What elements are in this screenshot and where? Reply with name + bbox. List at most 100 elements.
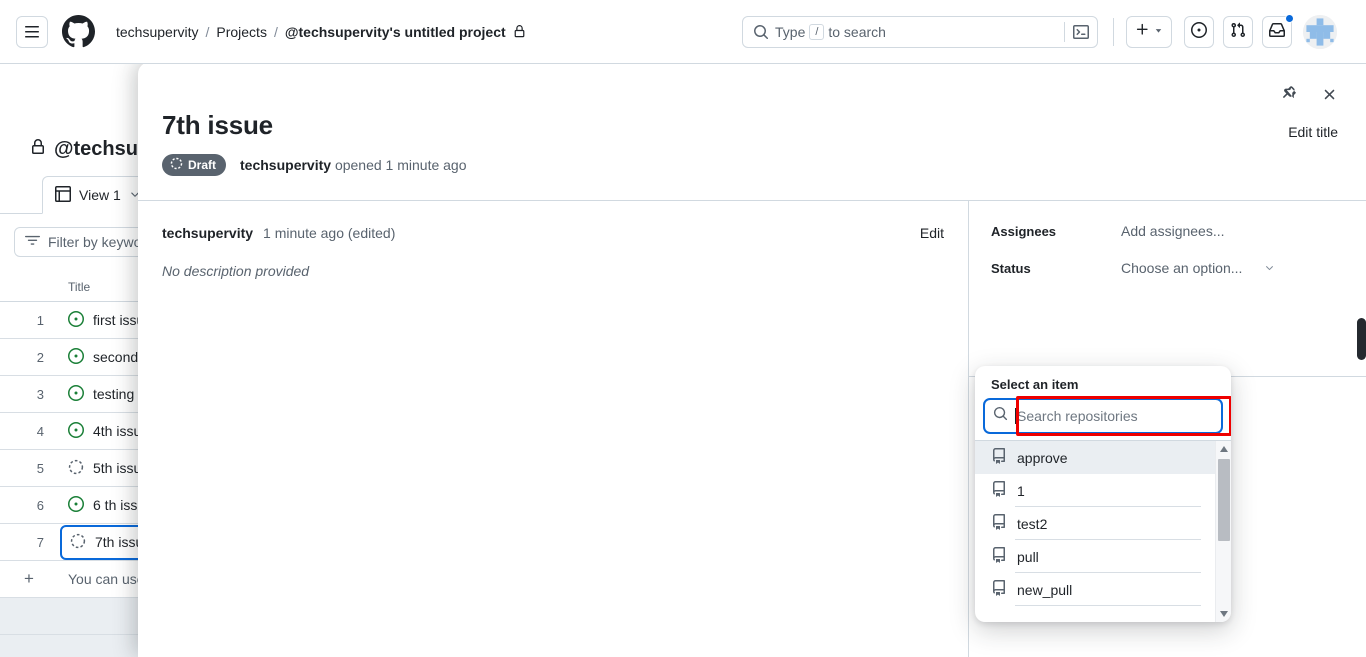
list-item-label: 1 [1017,482,1025,499]
row-number: 3 [36,386,44,402]
list-item-label: pull [1017,548,1039,565]
issues-button[interactable] [1184,16,1214,48]
row-number: 6 [36,497,44,513]
pull-requests-button[interactable] [1223,16,1253,48]
row-number: 7 [36,534,44,550]
list-item[interactable]: test2 [975,507,1215,540]
header-divider [1113,18,1114,46]
comment-author: techsupervity [162,225,254,241]
assignees-value[interactable]: Add assignees... [1121,223,1225,239]
breadcrumb-separator: / [205,23,210,40]
panel-main-body: techsupervity 1 minute ago (edited) Edit… [138,201,968,657]
list-item-label: test2 [1017,515,1048,532]
chevron-down-icon [1264,260,1275,276]
terminal-icon[interactable] [1064,22,1089,42]
search-placeholder: Type / to search [775,24,1064,40]
plus-icon: + [24,569,34,588]
list-item[interactable]: approve [975,441,1215,474]
text-caret [1015,408,1016,424]
status-value[interactable]: Choose an option... [1121,260,1275,276]
row-number: 4 [36,423,44,439]
lock-icon [513,25,526,38]
filter-icon [25,233,40,251]
dropdown-search-wrapper: Search repositories [983,396,1231,436]
tab-view-1-label: View 1 [79,187,121,203]
repo-icon [991,481,1007,500]
draft-circle-icon [68,459,84,478]
breadcrumb-current[interactable]: @techsupervity's untitled project [285,24,506,40]
search-repositories-input[interactable]: Search repositories [983,398,1223,434]
page-scrollbar-thumb[interactable] [1357,318,1366,360]
draft-circle-icon [70,533,86,552]
list-item-divider [1015,605,1201,606]
pin-icon[interactable] [1282,86,1299,103]
list-item[interactable]: new_pull [975,573,1215,606]
dropdown-title: Select an item [991,377,1079,392]
row-number: 2 [36,349,44,365]
row-title-cell[interactable]: 4th issue [58,421,149,441]
assignees-value-text: Add assignees... [1121,223,1225,239]
field-assignees: Assignees Add assignees... [991,223,1347,239]
create-new-button[interactable] [1126,16,1172,48]
issue-opened-icon [68,421,84,441]
list-item-label: new_pull [1017,581,1073,598]
triangle-down-icon[interactable] [1216,606,1231,622]
edit-title-button[interactable]: Edit title [1288,124,1338,140]
repo-icon [991,547,1007,566]
panel-actions [1282,86,1338,103]
issue-opened-icon [68,310,84,330]
breadcrumb: techsupervity / Projects / @techsupervit… [116,24,526,40]
repo-icon [991,448,1007,467]
search-placeholder-suffix: to search [828,24,886,40]
github-global-header: techsupervity / Projects / @techsupervit… [0,0,1366,64]
plus-icon [1135,22,1150,42]
issue-meta-author: techsupervity [240,157,332,173]
status-label: Status [991,260,1031,276]
status-badge: Draft [162,154,227,176]
draft-circle-icon [170,157,183,173]
issue-meta-text: techsupervity opened 1 minute ago [240,157,467,173]
breadcrumb-owner[interactable]: techsupervity [116,24,198,40]
notification-indicator [1285,14,1294,23]
avatar[interactable] [1303,15,1337,49]
tab-view-1[interactable]: View 1 [42,176,154,214]
close-icon[interactable] [1321,86,1338,103]
row-title-cell[interactable]: 5th issue [58,459,149,478]
assignees-label: Assignees [991,223,1057,239]
add-item-hint: You can use [68,571,145,587]
search-repositories-placeholder-wrap: Search repositories [1015,408,1138,424]
list-item-label: approve [1017,449,1068,466]
search-repositories-placeholder: Search repositories [1017,408,1138,424]
row-number: 1 [36,312,44,328]
issue-opened-icon [68,347,84,367]
panel-issue-meta: Draft techsupervity opened 1 minute ago [162,154,467,176]
issue-meta-action: opened 1 minute ago [334,157,467,173]
notifications-button[interactable] [1262,14,1294,48]
inbox-icon [1269,22,1285,43]
comment-body: No description provided [162,263,310,279]
repo-icon [991,514,1007,533]
scrollbar-thumb[interactable] [1218,459,1230,541]
triangle-up-icon[interactable] [1216,441,1231,457]
hamburger-icon[interactable] [16,15,48,48]
field-status: Status Choose an option... [991,260,1347,276]
search-input[interactable]: Type / to search [742,16,1098,48]
search-icon [993,406,1008,426]
row-number: 5 [36,460,44,476]
lock-icon [30,138,46,161]
breadcrumb-projects[interactable]: Projects [216,24,267,40]
list-item[interactable]: 1 [975,474,1215,507]
panel-header: Edit title 7th issue Draft techsupervity… [138,62,1366,200]
comment-edit-button[interactable]: Edit [920,225,944,241]
search-icon [753,24,769,40]
search-placeholder-prefix: Type [775,24,806,40]
repository-list: approve 1 test2 pull new_pull [975,441,1215,622]
github-logo-icon[interactable] [62,15,96,49]
table-header-title: Title [68,279,91,294]
dropdown-scrollbar[interactable] [1215,441,1231,622]
comment-header: techsupervity 1 minute ago (edited) Edit [162,225,944,241]
issue-opened-icon [68,495,84,515]
git-pull-request-icon [1230,22,1246,43]
list-item[interactable]: pull [975,540,1215,573]
breadcrumb-separator: / [273,23,278,40]
